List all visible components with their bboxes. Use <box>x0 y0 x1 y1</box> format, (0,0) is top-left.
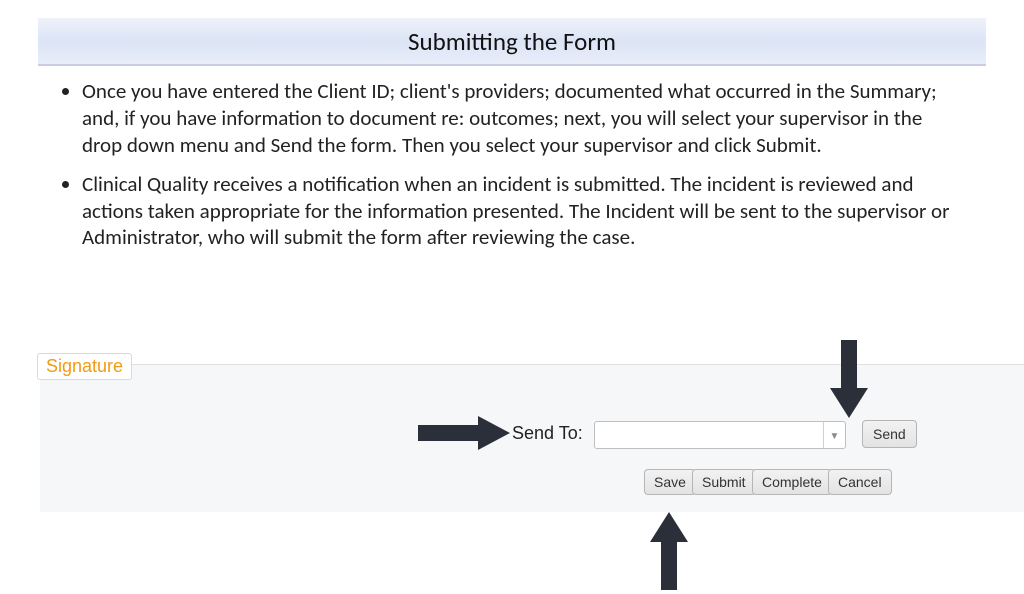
send-button[interactable]: Send <box>862 420 917 448</box>
cancel-button[interactable]: Cancel <box>828 469 892 495</box>
signature-section-label: Signature <box>37 353 132 380</box>
arrow-right-icon <box>418 416 510 450</box>
list-item: Once you have entered the Client ID; cli… <box>82 78 964 159</box>
save-button[interactable]: Save <box>644 469 696 495</box>
send-to-label: Send To: <box>512 423 583 444</box>
complete-button[interactable]: Complete <box>752 469 832 495</box>
arrow-down-icon <box>830 340 868 418</box>
signature-panel: Signature Send To: ▼ Send Save Submit Co… <box>40 364 1024 512</box>
page-title: Submitting the Form <box>408 26 616 57</box>
chevron-down-icon: ▼ <box>823 422 845 448</box>
title-bar: Submitting the Form <box>38 18 986 66</box>
arrow-up-icon <box>650 512 688 590</box>
send-to-dropdown[interactable]: ▼ <box>594 421 846 449</box>
submit-button[interactable]: Submit <box>692 469 756 495</box>
list-item: Clinical Quality receives a notification… <box>82 171 964 252</box>
instruction-list: Once you have entered the Client ID; cli… <box>60 78 964 251</box>
